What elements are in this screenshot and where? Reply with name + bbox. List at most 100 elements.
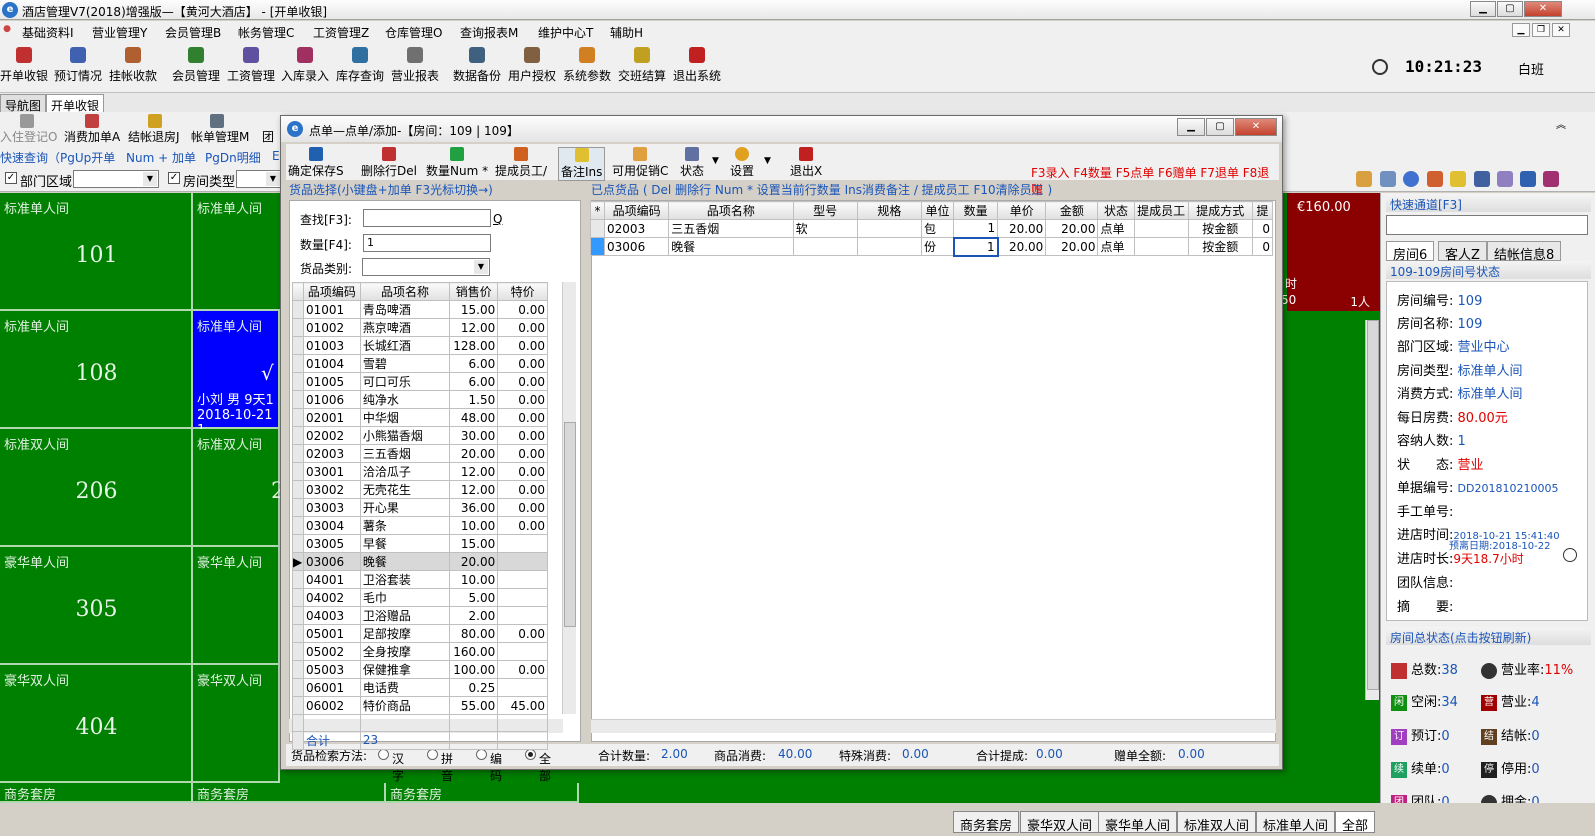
goods-row[interactable]: 01003 长城红酒 128.00 0.00 [292, 336, 548, 355]
goods-row[interactable]: 01002 燕京啤酒 12.00 0.00 [292, 318, 548, 337]
col-commission[interactable]: 提 [1251, 201, 1274, 220]
goods-row[interactable]: 01001 青岛啤酒 15.00 0.00 [292, 300, 548, 319]
settings-button[interactable]: 设置 [730, 147, 754, 179]
menu-warehouse[interactable]: 仓库管理O [385, 24, 442, 41]
room-grid-scrollbar[interactable] [1365, 320, 1379, 700]
toolbar-charge-button[interactable]: 挂帐收款 [109, 47, 157, 89]
toolbar-stock-in-button[interactable]: 入库录入 [280, 47, 330, 89]
print-icon[interactable] [1380, 171, 1396, 187]
scrollbar-thumb[interactable] [1367, 320, 1379, 690]
quick-channel-input[interactable] [1386, 215, 1588, 235]
tab-all[interactable]: 全部 [1335, 811, 1376, 834]
goods-row[interactable]: ▶ 03006 晚餐 20.00 [292, 552, 548, 571]
goods-row[interactable]: 02003 三五香烟 20.00 0.00 [292, 444, 548, 463]
minimize-button[interactable]: ▁ [1470, 1, 1496, 17]
room-card-101[interactable]: 标准单人间 101 [0, 193, 193, 311]
menu-reports[interactable]: 查询报表M [460, 24, 518, 41]
goods-row[interactable]: 03002 无壳花生 12.00 0.00 [292, 480, 548, 499]
menu-account[interactable]: 帐务管理C [238, 24, 294, 41]
goods-row[interactable]: 01005 可口可乐 6.00 0.00 [292, 372, 548, 391]
toolbar-exit-button[interactable]: 退出系统 [672, 47, 722, 89]
tab-business-suite[interactable]: 商务套房 [953, 811, 1020, 834]
search-input[interactable] [363, 209, 491, 227]
tab-standard-double[interactable]: 标准双人间 [1177, 811, 1257, 834]
goods-row[interactable]: 06001 电话费 0.25 [292, 678, 548, 697]
col-model[interactable]: 型号 [792, 201, 858, 220]
col-unit-price[interactable]: 单价 [997, 201, 1047, 220]
goods-row[interactable]: 02002 小熊猫香烟 30.00 0.00 [292, 426, 548, 445]
goods-row[interactable]: 03003 开心果 36.00 0.00 [292, 498, 548, 517]
col-name[interactable]: 品项名称 [668, 201, 794, 220]
goods-row[interactable]: 05003 保健推拿 100.00 0.00 [292, 660, 548, 679]
room-card-206[interactable]: 标准双人间 206 [0, 429, 193, 547]
room-card-red[interactable]: €160.00 时 50 1人 [1281, 193, 1380, 311]
room-card-305[interactable]: 豪华单人间 305 [0, 547, 193, 665]
mdi-app-icon[interactable]: ● [0, 23, 14, 37]
close-button[interactable]: ✕ [1524, 1, 1562, 17]
goods-row[interactable]: 04001 卫浴套装 10.00 [292, 570, 548, 589]
status-dropdown-arrow[interactable]: ▼ [712, 156, 719, 166]
room-card[interactable]: 商务套房 [0, 783, 193, 803]
toolbar-member-button[interactable]: 会员管理 [170, 47, 222, 89]
query-button[interactable]: Q [493, 212, 502, 226]
toolbar-booking-button[interactable]: 预订情况 [54, 47, 102, 89]
goods-row[interactable]: 05001 足部按摩 80.00 0.00 [292, 624, 548, 643]
quantity-button[interactable]: 数量Num * [426, 147, 488, 179]
room-card[interactable]: 标准单人间 108 [0, 311, 193, 429]
delete-row-button[interactable]: 删除行Del [361, 147, 417, 179]
goods-row[interactable]: 05002 全身按摩 160.00 [292, 642, 548, 661]
collapse-icon[interactable]: ︽ [1556, 116, 1566, 131]
order-row[interactable]: 03006 晚餐份 1 20.00 20.00 点单 按金额 0 [589, 236, 1274, 257]
order-qty[interactable]: 1 [953, 219, 999, 238]
tab-open-bill[interactable]: 开单收银 [46, 94, 105, 113]
note-button[interactable]: 备注Ins [558, 147, 606, 181]
dialog-maximize-button[interactable]: ▢ [1206, 118, 1234, 136]
toolbar-user-auth-button[interactable]: 用户授权 [507, 47, 557, 89]
toolbar-report-button[interactable]: 营业报表 [390, 47, 440, 89]
status-button[interactable]: 状态 [680, 147, 704, 179]
room-card[interactable]: 豪华双人间 [193, 665, 280, 783]
col-special[interactable]: 特价 [497, 282, 548, 301]
toolbar-salary-button[interactable]: 工资管理 [226, 47, 276, 89]
exit-button[interactable]: 退出X [790, 147, 822, 179]
save-button[interactable]: 确定保存S [288, 147, 344, 179]
category-select[interactable] [362, 258, 490, 276]
tab-deluxe-double[interactable]: 豪华双人间 [1020, 811, 1100, 834]
tab-deluxe-single[interactable]: 豪华单人间 [1098, 811, 1178, 834]
menu-maintenance[interactable]: 维护中心T [538, 24, 593, 41]
toolbar-shift-button[interactable]: 交班结算 [617, 47, 667, 89]
lock-icon[interactable] [1427, 171, 1443, 187]
checkin-button[interactable]: 入住登记O [0, 128, 57, 145]
mdi-close-button[interactable]: ✕ [1552, 23, 1570, 37]
tab-standard-single[interactable]: 标准单人间 [1256, 811, 1336, 834]
col-status[interactable]: 状态 [1097, 201, 1135, 220]
room-card[interactable]: 商务套房 [386, 783, 579, 803]
col-price[interactable]: 销售价 [449, 282, 499, 301]
col-commission-staff[interactable]: 提成员工 [1133, 201, 1189, 220]
add-consume-button[interactable]: 消费加单A [64, 128, 120, 145]
goods-vscrollbar[interactable] [562, 282, 576, 714]
menu-salary[interactable]: 工资管理Z [313, 24, 369, 41]
team-button[interactable]: 团 [262, 128, 274, 145]
col-spec[interactable]: 规格 [856, 201, 922, 220]
goods-row[interactable]: 03001 洽洽瓜子 12.00 0.00 [292, 462, 548, 481]
pencil-icon[interactable] [1356, 171, 1372, 187]
menu-basic[interactable]: 基础资料I [22, 24, 74, 41]
book-icon[interactable] [1543, 171, 1559, 187]
dept-select[interactable] [73, 170, 159, 188]
calculator-icon[interactable] [1497, 171, 1513, 187]
checkout-button[interactable]: 结帐退房J [128, 128, 180, 145]
quantity-input[interactable]: 1 [363, 234, 491, 252]
maximize-button[interactable]: ▢ [1497, 1, 1523, 17]
goods-row[interactable]: 06002 特价商品 55.00 45.00 [292, 696, 548, 715]
dept-checkbox[interactable]: ✓ [5, 172, 17, 184]
commission-staff-button[interactable]: 提成员工/ [495, 147, 547, 179]
order-qty[interactable]: 1 [952, 236, 999, 257]
room-card[interactable]: 商务套房 [193, 783, 386, 803]
order-row[interactable]: 02003 三五香烟软包 1 20.00 20.00 点单 按金额 0 [589, 219, 1274, 238]
room-card[interactable]: 豪华单人间 [193, 547, 280, 665]
col-code[interactable]: 品项编码 [302, 282, 361, 301]
tab-guest[interactable]: 客人Z [1438, 241, 1487, 263]
promotion-button[interactable]: 可用促销C [612, 147, 668, 179]
goods-row[interactable]: 01004 雪碧 6.00 0.00 [292, 354, 548, 373]
